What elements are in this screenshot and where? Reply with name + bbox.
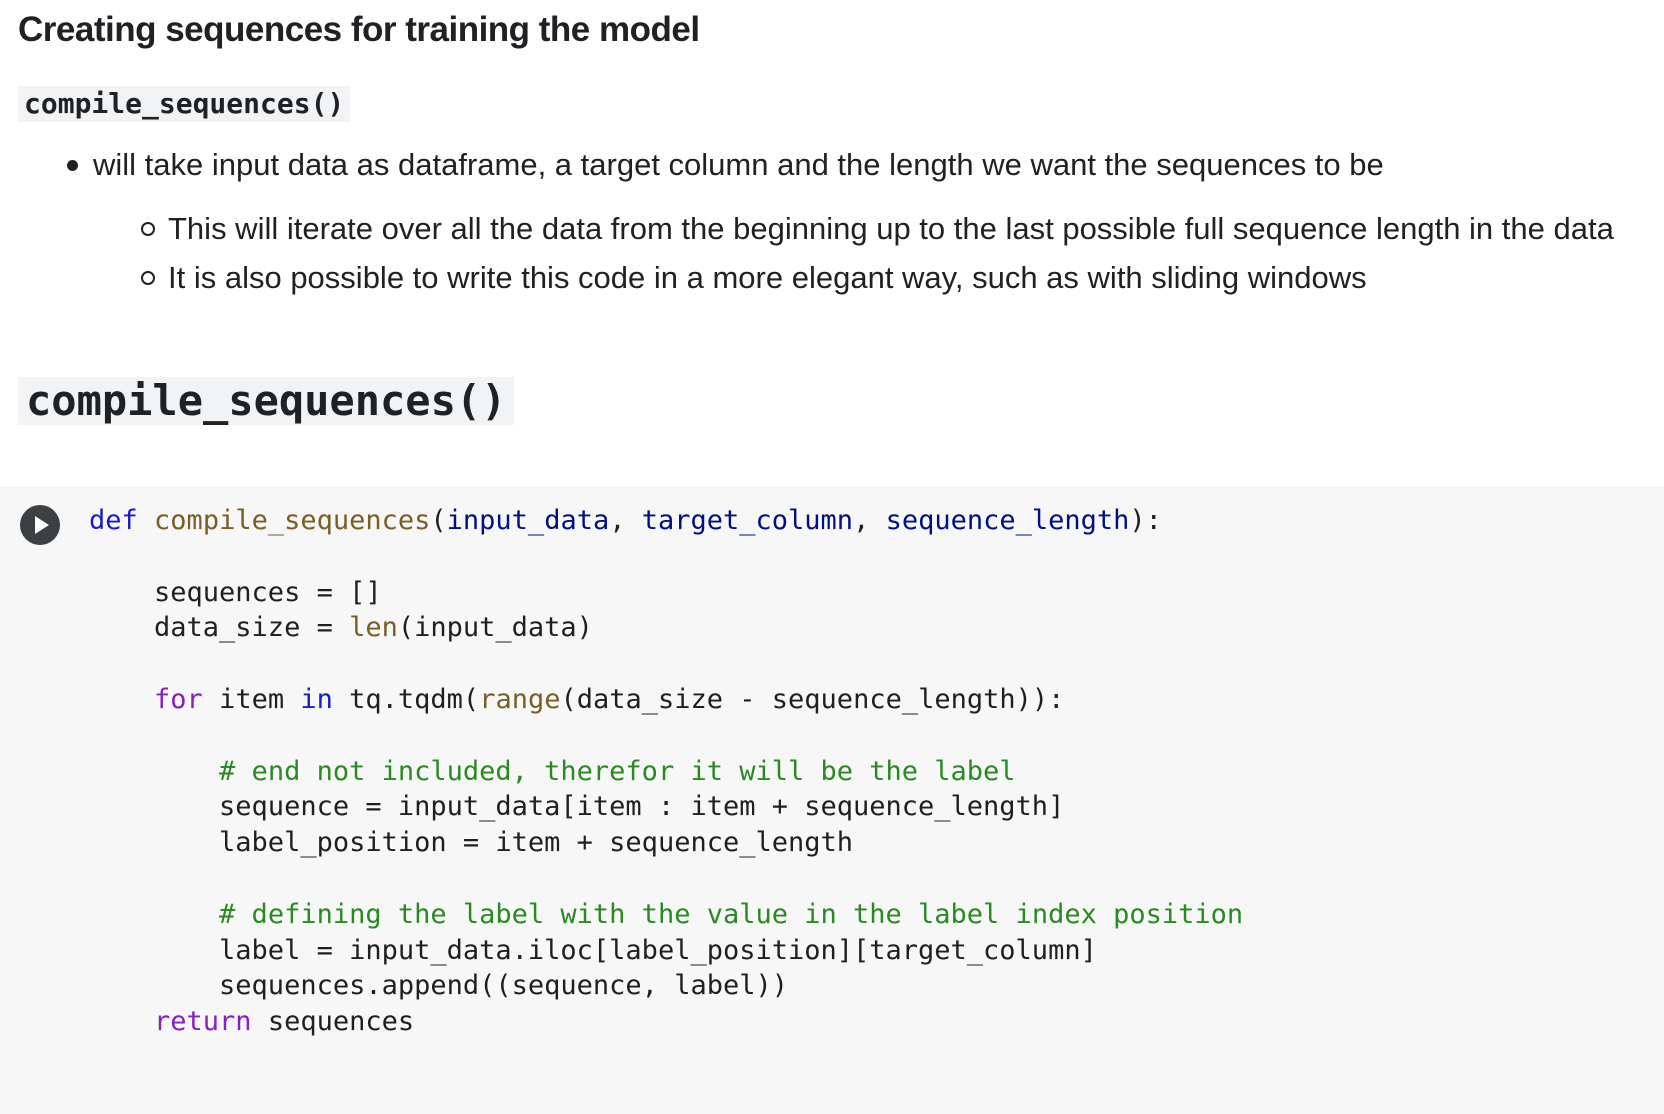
sub-bullet-item: This will iterate over all the data from… (168, 211, 1614, 246)
code-token: label = input_data.iloc[label_position][… (89, 934, 1097, 966)
code-token: (data_size - sequence_length)): (560, 683, 1065, 715)
code-line: return sequences (89, 1004, 1243, 1040)
code-token: data_size = (89, 612, 350, 644)
code-token: # end not included, therefor it will be … (219, 755, 1016, 787)
markdown-heading: Creating sequences for training the mode… (18, 10, 700, 49)
code-token: input_data (446, 505, 610, 536)
code-token: range (479, 683, 561, 715)
code-token: , (853, 505, 886, 536)
code-token: (input_data) (397, 612, 593, 644)
code-line: sequences = [] (89, 575, 1243, 611)
code-token: ( (430, 505, 447, 536)
code-line: # end not included, therefor it will be … (89, 754, 1243, 790)
code-token: item (202, 683, 301, 715)
notebook-page: Creating sequences for training the mode… (0, 0, 1664, 1114)
code-editor[interactable]: def compile_sequences(input_data, target… (89, 503, 1243, 1040)
code-line: label_position = item + sequence_length (89, 825, 1243, 861)
code-token: len (349, 612, 398, 644)
section-heading-code: compile_sequences() (18, 377, 515, 425)
code-line: sequence = input_data[item : item + sequ… (89, 789, 1243, 825)
code-token: in (300, 683, 333, 715)
sub-bullet-marker (141, 271, 155, 285)
bullet-item: will take input data as dataframe, a tar… (93, 147, 1384, 182)
code-token: label_position = item + sequence_length (89, 827, 854, 859)
code-token: sequences.append((sequence, label)) (89, 970, 788, 1002)
code-token: sequences = [] (89, 576, 382, 608)
code-token: sequence_length (885, 505, 1130, 536)
run-cell-button[interactable] (20, 505, 60, 545)
code-token: target_column (641, 505, 854, 536)
code-token: ): (1129, 505, 1162, 536)
code-token: # defining the label with the value in t… (219, 898, 1244, 930)
inline-code-function-name: compile_sequences() (18, 86, 351, 122)
code-token: sequences (251, 1006, 415, 1038)
code-token: , (609, 505, 642, 536)
bullet-marker (67, 160, 78, 171)
code-line: sequences.append((sequence, label)) (89, 968, 1243, 1004)
code-token: return (154, 1006, 252, 1038)
code-line: for item in tq.tqdm(range(data_size - se… (89, 682, 1243, 718)
code-line: label = input_data.iloc[label_position][… (89, 933, 1243, 969)
code-token: sequence = input_data[item : item + sequ… (89, 791, 1065, 823)
code-token: for (154, 683, 203, 715)
code-line: def compile_sequences(input_data, target… (89, 503, 1243, 539)
code-line: # defining the label with the value in t… (89, 897, 1243, 933)
code-token: def (89, 505, 138, 536)
code-token: compile_sequences (154, 505, 431, 536)
sub-bullet-marker (141, 222, 155, 236)
sub-bullet-item: It is also possible to write this code i… (168, 260, 1367, 295)
code-line: data_size = len(input_data) (89, 610, 1243, 646)
code-token: tq.tqdm( (332, 683, 480, 715)
play-icon (35, 516, 49, 534)
